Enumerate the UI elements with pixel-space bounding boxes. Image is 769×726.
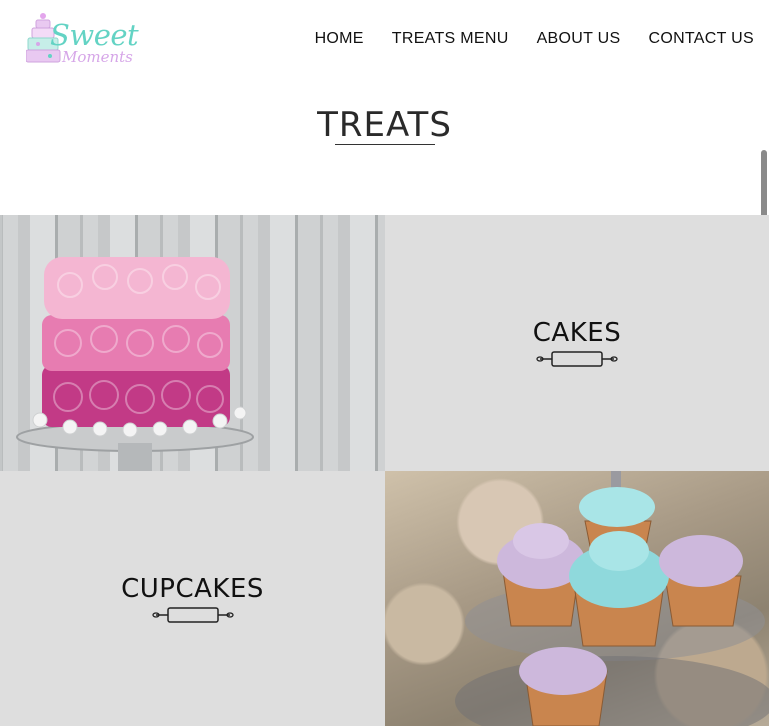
cupcakes-label: CUPCAKES xyxy=(121,573,264,604)
page-title: TREATS xyxy=(317,104,452,145)
cakes-tile[interactable]: CAKES xyxy=(385,215,769,471)
site-header: Sweet Moments HOME TREATS MENU ABOUT US … xyxy=(0,0,769,86)
main-nav: HOME TREATS MENU ABOUT US CONTACT US xyxy=(315,30,754,48)
nav-item-home[interactable]: HOME xyxy=(315,30,364,48)
brand-name-line2: Moments xyxy=(62,48,133,66)
nav-item-contact-us[interactable]: CONTACT US xyxy=(648,30,754,48)
cupcakes-image xyxy=(455,471,769,726)
cake-image xyxy=(16,257,254,471)
nav-item-about-us[interactable]: ABOUT US xyxy=(537,30,621,48)
nav-item-treats-menu[interactable]: TREATS MENU xyxy=(392,30,509,48)
cake-photo[interactable] xyxy=(0,215,385,471)
brand-logo[interactable]: Sweet Moments xyxy=(25,6,139,72)
rolling-pin-icon xyxy=(536,351,618,367)
rolling-pin-icon xyxy=(151,606,234,623)
cupcakes-tile[interactable]: CUPCAKES xyxy=(0,471,385,726)
brand-name-line1: Sweet xyxy=(50,18,139,52)
cakes-label: CAKES xyxy=(532,318,622,348)
title-divider xyxy=(335,144,435,145)
cupcakes-photo[interactable] xyxy=(385,471,769,726)
